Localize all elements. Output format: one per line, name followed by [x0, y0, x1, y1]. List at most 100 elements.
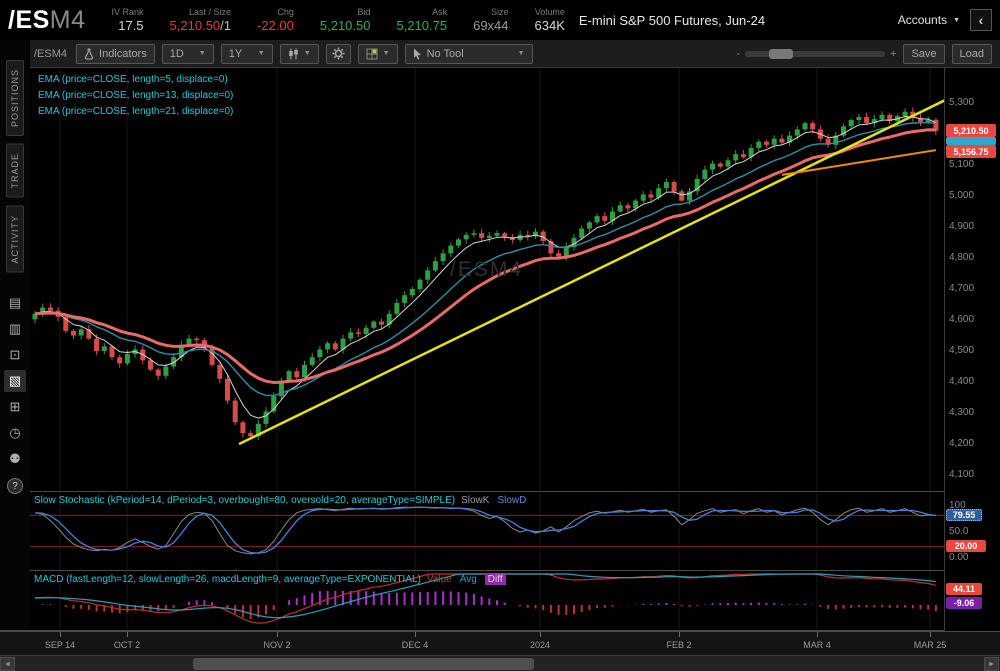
- iv-rank-label: IV Rank: [112, 7, 144, 18]
- bid-value: 5,210.50: [320, 18, 371, 33]
- main-chart[interactable]: EMA (price=CLOSE, length=5, displace=0) …: [30, 68, 945, 490]
- time-tick-mark: [679, 632, 680, 637]
- chart-icon[interactable]: ▧: [4, 370, 26, 392]
- iv-rank-field: IV Rank 17.5: [112, 7, 144, 33]
- zoom-slider-group: - +: [736, 48, 896, 60]
- help-icon[interactable]: ?: [7, 478, 23, 494]
- macd-study-label[interactable]: MACD (fastLength=12, slowLength=26, macd…: [34, 574, 506, 585]
- price-tick-label: 4,200: [949, 438, 974, 449]
- price-tick-label: 4,300: [949, 407, 974, 418]
- scroll-left-button[interactable]: ◄: [0, 657, 15, 671]
- volume-value: 634K: [535, 18, 565, 33]
- iv-rank-value: 17.5: [112, 18, 144, 33]
- ema21-study-label[interactable]: EMA (price=CLOSE, length=21, displace=0): [38, 106, 233, 117]
- zoom-in-button[interactable]: +: [890, 48, 896, 60]
- chg-field: Chg -22.00: [257, 7, 294, 33]
- oversold-value-bubble: 20.00: [946, 540, 986, 552]
- price-tick-label: 4,800: [949, 252, 974, 263]
- chevron-down-icon: ▼: [953, 17, 960, 24]
- sidebar-tab-positions[interactable]: POSITIONS: [6, 60, 24, 136]
- time-tick-label: MAR 4: [789, 640, 845, 650]
- monitor-icon[interactable]: ⊡: [4, 344, 26, 366]
- chg-value: -22.00: [257, 18, 294, 33]
- last-size-label: Last / Size: [170, 7, 231, 18]
- price-tick-label: 4,100: [949, 469, 974, 480]
- chevron-down-icon: ▼: [383, 50, 390, 57]
- price-axis[interactable]: 5,210.50 5,156.75 79.55 20.00 44.11 -9.0…: [945, 68, 1000, 631]
- zoom-out-button[interactable]: -: [736, 48, 740, 60]
- zoom-slider-track[interactable]: [745, 51, 885, 57]
- macd-panel[interactable]: MACD (fastLength=12, slowLength=26, macd…: [30, 571, 945, 631]
- ema21-price-bubble: 5,156.75: [946, 145, 996, 158]
- left-sidebar: POSITIONS TRADE ACTIVITY ▤ ▥ ⊡ ▧ ⊞ ◷ ⚉ ?: [0, 40, 30, 655]
- chevron-down-icon: ▼: [258, 50, 265, 57]
- time-tick-mark: [127, 632, 128, 637]
- quote-header: /ESM4 IV Rank 17.5 Last / Size 5,210.50/…: [0, 0, 1000, 40]
- time-tick-mark: [930, 632, 931, 637]
- community-icon[interactable]: ⚉: [4, 448, 26, 470]
- last-price-bubble: 5,210.50: [946, 124, 996, 137]
- arrow-right-icon: ►: [988, 661, 995, 668]
- price-tick-label: 4,700: [949, 283, 974, 294]
- timeframe-dropdown[interactable]: 1D▼: [162, 44, 214, 64]
- ema13-study-label[interactable]: EMA (price=CLOSE, length=13, displace=0): [38, 90, 233, 101]
- news-icon[interactable]: ▤: [4, 292, 26, 314]
- active-tool-dropdown[interactable]: No Tool ▼: [405, 44, 533, 64]
- chart-symbol-label: /ESM4: [34, 48, 67, 60]
- time-tick-mark: [817, 632, 818, 637]
- ema5-study-label[interactable]: EMA (price=CLOSE, length=5, displace=0): [38, 74, 228, 85]
- sidebar-tab-activity[interactable]: ACTIVITY: [6, 206, 24, 273]
- time-tick-mark: [277, 632, 278, 637]
- slowk-legend: SlowK: [461, 495, 489, 506]
- load-button[interactable]: Load: [952, 44, 992, 64]
- time-tick-label: MAR 25: [902, 640, 958, 650]
- time-tick-label: OCT 2: [99, 640, 155, 650]
- horizontal-scrollbar[interactable]: ◄ ►: [0, 655, 1000, 671]
- macd-avg-legend: Avg: [460, 574, 477, 585]
- gear-icon: [332, 47, 345, 60]
- header-right: Accounts▼ ‹: [898, 9, 992, 31]
- sidebar-tab-trade[interactable]: TRADE: [6, 144, 24, 198]
- bid-label: Bid: [320, 7, 371, 18]
- time-tick-label: SEP 14: [32, 640, 88, 650]
- time-axis[interactable]: SEP 14OCT 2NOV 2DEC 42024FEB 2MAR 4MAR 2…: [0, 631, 1000, 655]
- chart-settings-button[interactable]: [326, 44, 351, 64]
- scrollbar-thumb[interactable]: [193, 658, 534, 670]
- ask-label: Ask: [396, 7, 447, 18]
- chart-style-dropdown[interactable]: ▼: [280, 44, 319, 64]
- chevron-down-icon: ▼: [518, 50, 525, 57]
- time-tick-mark: [540, 632, 541, 637]
- range-dropdown[interactable]: 1Y▼: [221, 44, 273, 64]
- grid-icon[interactable]: ⊞: [4, 396, 26, 418]
- volume-field: Volume 634K: [535, 7, 565, 33]
- instrument-description: E-mini S&P 500 Futures, Jun-24: [579, 13, 765, 28]
- price-tick-label: 4,600: [949, 314, 974, 325]
- drawing-tools-dropdown[interactable]: ▼: [358, 44, 398, 64]
- indicators-button[interactable]: Indicators: [76, 44, 155, 64]
- ask-value: 5,210.75: [396, 18, 447, 33]
- accounts-dropdown[interactable]: Accounts▼: [898, 13, 960, 27]
- watchlist-icon[interactable]: ▥: [4, 318, 26, 340]
- stochastic-panel[interactable]: Slow Stochastic (kPeriod=14, dPeriod=3, …: [30, 492, 945, 570]
- history-clock-icon[interactable]: ◷: [4, 422, 26, 444]
- zoom-slider-thumb[interactable]: [769, 49, 793, 59]
- volume-label: Volume: [535, 7, 565, 18]
- scroll-right-button[interactable]: ►: [984, 657, 999, 671]
- slowd-legend: SlowD: [497, 495, 526, 506]
- symbol-title: /ESM4: [8, 6, 86, 35]
- collapse-panel-button[interactable]: ‹: [970, 9, 992, 31]
- price-tick-label: 5,300: [949, 97, 974, 108]
- stoch-tick-label: 100: [949, 500, 966, 511]
- price-tick-label: 4,400: [949, 376, 974, 387]
- save-button[interactable]: Save: [903, 44, 944, 64]
- chart-toolbar: /ESM4 Indicators 1D▼ 1Y▼ ▼: [0, 40, 1000, 68]
- ema-price-bubble: [946, 137, 996, 145]
- candlestick-style-icon: [288, 48, 299, 60]
- stoch-tick-label: 0.00: [949, 552, 968, 563]
- trading-platform-window: /ESM4 IV Rank 17.5 Last / Size 5,210.50 /…: [0, 0, 1000, 671]
- chevron-down-icon: ▼: [304, 50, 311, 57]
- price-tick-label: 4,500: [949, 345, 974, 356]
- ask-field: Ask 5,210.75: [396, 7, 447, 33]
- flask-icon: [84, 48, 94, 60]
- stochastic-study-label[interactable]: Slow Stochastic (kPeriod=14, dPeriod=3, …: [34, 495, 526, 506]
